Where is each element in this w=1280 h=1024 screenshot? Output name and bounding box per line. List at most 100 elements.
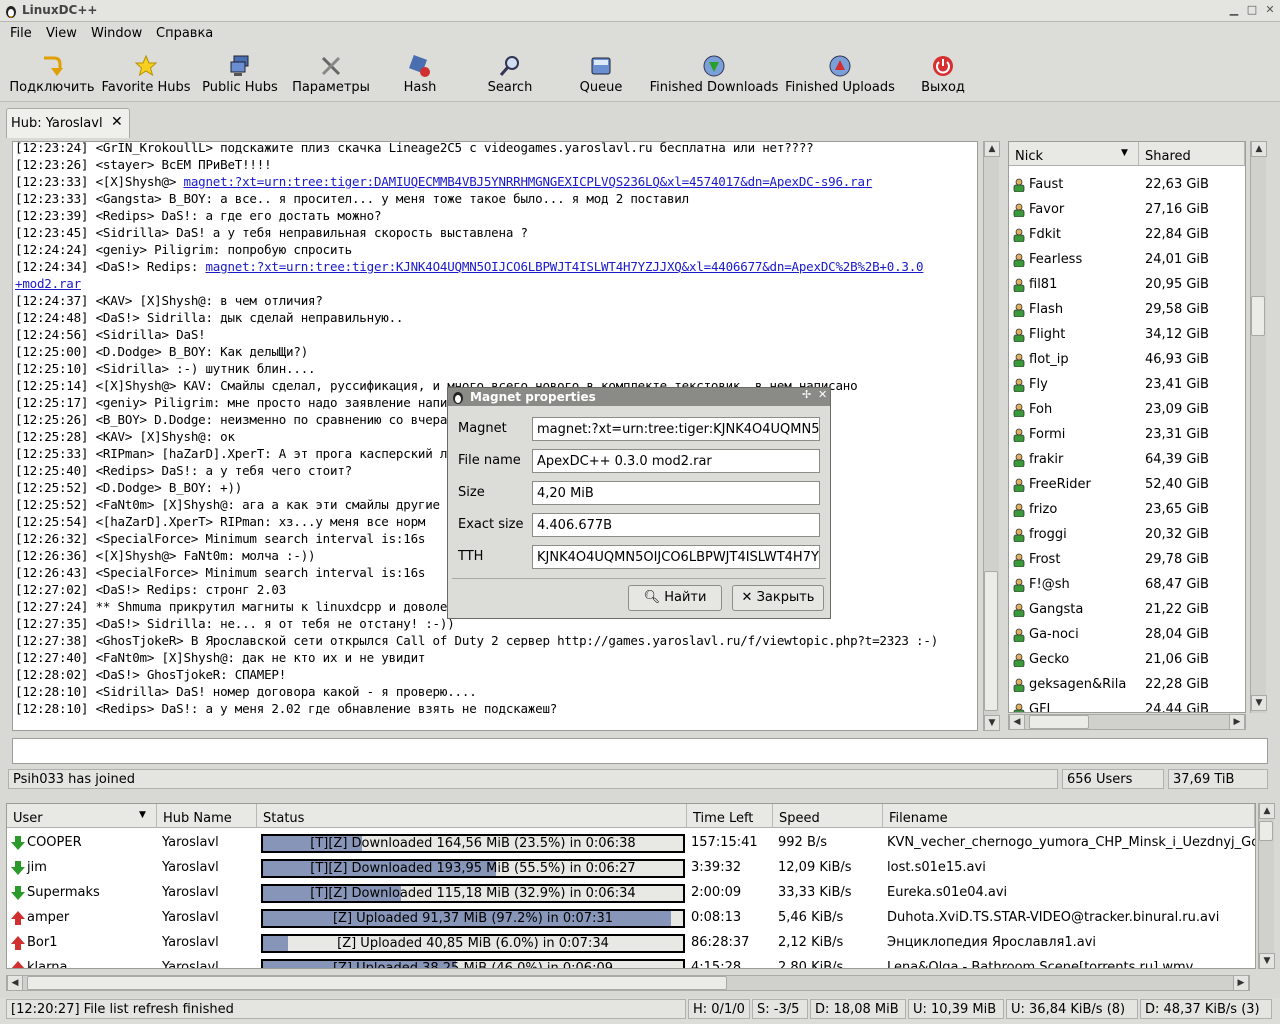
user-shared: 34,12 GiB <box>1145 327 1209 342</box>
tth-field[interactable]: KJNK4O4UQMN5OIJCO6LBPWJT4ISLWT4H7YZJJXQ <box>532 545 820 569</box>
user-list[interactable]: Nick ▼ Shared Faust 22,63 GiB Favor 27,16 G… <box>1008 141 1246 713</box>
user-row[interactable]: geksagen&Rila 22,28 GiB <box>1009 673 1245 698</box>
queue-button[interactable]: Queue <box>570 50 632 100</box>
user-row[interactable]: flot_ip 46,93 GiB <box>1009 348 1245 373</box>
menu-file[interactable]: File <box>10 26 32 41</box>
user-row[interactable]: FreeRider 52,40 GiB <box>1009 473 1245 498</box>
find-button[interactable]: 🔍︎ Найти <box>628 585 722 611</box>
transfers-scrollbar[interactable]: ▲ ▼ <box>1258 803 1275 969</box>
user-row[interactable]: Fearless 24,01 GiB <box>1009 248 1245 273</box>
minimize-icon[interactable]: ▁ <box>1226 2 1242 18</box>
user-row[interactable]: frizo 23,65 GiB <box>1009 498 1245 523</box>
users-scroll-up-icon[interactable]: ▲ <box>1251 141 1267 157</box>
menu-window[interactable]: Window <box>91 26 142 41</box>
transfer-row[interactable]: COOPER Yaroslavl [T][Z] Downloaded 164,56 … <box>7 831 1255 856</box>
transfer-row[interactable]: amper Yaroslavl [Z] Uploaded 91,37 MiB (97… <box>7 906 1255 931</box>
dialog-title-bar[interactable]: Magnet properties ✢ ✕ <box>448 388 830 406</box>
file-name-field[interactable]: ApexDC++ 0.3.0 mod2.rar <box>532 449 820 473</box>
transfers-scroll-down-icon[interactable]: ▼ <box>1259 953 1275 969</box>
magnet-link[interactable]: magnet:?xt=urn:tree:tiger:KJNK4O4UQMN5OI… <box>205 259 923 274</box>
close-window-icon[interactable]: ✕ <box>1262 2 1278 18</box>
dialog-close-icon[interactable]: ✕ <box>818 388 827 401</box>
column-hub-name[interactable]: Hub Name <box>157 804 257 828</box>
users-scroll-left-icon[interactable]: ◀ <box>1009 714 1025 730</box>
transfer-row[interactable]: Bor1 Yaroslavl [Z] Uploaded 40,85 MiB (6.0… <box>7 931 1255 956</box>
transfers-scroll-up-icon[interactable]: ▲ <box>1259 803 1275 819</box>
menu-view[interactable]: View <box>46 26 77 41</box>
user-nick: Flight <box>1029 327 1066 342</box>
users-scroll-down-icon[interactable]: ▼ <box>1251 695 1267 711</box>
close-tab-icon[interactable]: ✕ <box>111 114 123 130</box>
user-row[interactable]: Gecko 21,06 GiB <box>1009 648 1245 673</box>
maximize-icon[interactable]: □ <box>1244 2 1260 18</box>
user-row[interactable]: Favor 27,16 GiB <box>1009 198 1245 223</box>
users-scrollbar[interactable]: ▲ ▼ <box>1250 141 1267 713</box>
chat-line: [12:24:48] <DaS!> Sidrilla: дык сделай н… <box>15 310 404 325</box>
user-row[interactable]: frakir 64,39 GiB <box>1009 448 1245 473</box>
user-row[interactable]: Faust 22,63 GiB <box>1009 173 1245 198</box>
search-button[interactable]: Search <box>478 50 542 100</box>
users-scroll-right-icon[interactable]: ▶ <box>1229 714 1245 730</box>
user-row[interactable]: Fly 23,41 GiB <box>1009 373 1245 398</box>
exact-size-field[interactable]: 4.406.677B <box>532 513 820 537</box>
exit-button[interactable]: Выход <box>916 50 970 100</box>
user-row[interactable]: Formi 23,31 GiB <box>1009 423 1245 448</box>
transfer-row[interactable]: klarna Yaroslavl [Z] Uploaded 38,25 MiB (4… <box>7 956 1255 968</box>
column-shared[interactable]: Shared <box>1139 142 1245 166</box>
public-hubs-button[interactable]: Public Hubs <box>200 50 280 100</box>
chat-scroll-thumb[interactable] <box>984 571 998 711</box>
magnet-field[interactable]: magnet:?xt=urn:tree:tiger:KJNK4O4UQMN5OI… <box>532 417 820 441</box>
favorite-hubs-button[interactable]: Favorite Hubs <box>98 50 194 100</box>
size-field[interactable]: 4,20 MiB <box>532 481 820 505</box>
settings-button[interactable]: Параметры <box>290 50 372 100</box>
chat-message-input[interactable] <box>12 738 1268 764</box>
transfer-row[interactable]: jim Yaroslavl [T][Z] Downloaded 193,95 MiB… <box>7 856 1255 881</box>
menu-help[interactable]: Справка <box>156 26 213 41</box>
chat-scrollbar[interactable]: ▲ ▼ <box>983 141 1000 731</box>
user-row[interactable]: Frost 29,78 GiB <box>1009 548 1245 573</box>
users-hscroll-thumb[interactable] <box>1029 715 1089 729</box>
hash-button[interactable]: Hash <box>388 50 452 100</box>
scroll-up-icon[interactable]: ▲ <box>984 141 1000 157</box>
users-hscrollbar[interactable]: ◀ ▶ <box>1008 714 1246 730</box>
magnet-link[interactable]: magnet:?xt=urn:tree:tiger:DAMIUQECMMB4VB… <box>184 174 873 189</box>
transfers-hscroll-thumb[interactable] <box>27 976 727 990</box>
transfers-scroll-left-icon[interactable]: ◀ <box>7 975 23 991</box>
column-status[interactable]: Status <box>257 804 687 828</box>
transfer-speed: 2,12 KiB/s <box>778 935 844 950</box>
transfers-scroll-right-icon[interactable]: ▶ <box>1233 975 1249 991</box>
column-speed[interactable]: Speed <box>773 804 883 828</box>
chat-line: [12:26:36] <[X]Shysh@> FaNt0m: молча :-)… <box>15 548 316 563</box>
close-dialog-button[interactable]: ✕ Закрыть <box>732 585 824 611</box>
user-row[interactable]: Flight 34,12 GiB <box>1009 323 1245 348</box>
user-row[interactable]: F!@sh 68,47 GiB <box>1009 573 1245 598</box>
users-scroll-thumb[interactable] <box>1251 296 1265 336</box>
column-time-left[interactable]: Time Left <box>687 804 773 828</box>
user-row[interactable]: Gangsta 21,22 GiB <box>1009 598 1245 623</box>
dialog-pin-icon[interactable]: ✢ <box>802 388 811 401</box>
user-row[interactable]: froggi 20,32 GiB <box>1009 523 1245 548</box>
magnet-link[interactable]: +mod2.rar <box>15 276 81 291</box>
column-nick[interactable]: Nick ▼ <box>1009 142 1139 166</box>
transfer-hub: Yaroslavl <box>162 935 219 950</box>
column-filename[interactable]: Filename <box>883 804 1255 828</box>
user-nick: frizo <box>1029 502 1058 517</box>
tab-hub-yaroslavl[interactable]: Hub: Yaroslavl ✕ <box>6 108 130 138</box>
user-nick: Favor <box>1029 202 1065 217</box>
transfers-hscrollbar[interactable]: ◀ ▶ <box>6 975 1250 991</box>
transfer-row[interactable]: Supermaks Yaroslavl [T][Z] Downloaded 115,… <box>7 881 1255 906</box>
user-row[interactable]: GFI 24,44 GiB <box>1009 698 1245 712</box>
scroll-down-icon[interactable]: ▼ <box>984 715 1000 731</box>
user-row[interactable]: Ga-noci 28,04 GiB <box>1009 623 1245 648</box>
user-row[interactable]: fil81 20,95 GiB <box>1009 273 1245 298</box>
finished-uploads-button[interactable]: Finished Uploads <box>784 50 896 100</box>
transfers-list[interactable]: User ▼ Hub Name Status Time Left Speed Fi… <box>6 803 1256 969</box>
column-user[interactable]: User ▼ <box>7 804 157 828</box>
user-row[interactable]: Fdkit 22,84 GiB <box>1009 223 1245 248</box>
user-row[interactable]: Flash 29,58 GiB <box>1009 298 1245 323</box>
finished-downloads-button[interactable]: Finished Downloads <box>648 50 780 100</box>
chat-line: [12:25:33] <RIPman> [haZarD].XperT: А эт… <box>15 446 455 461</box>
transfers-scroll-thumb[interactable] <box>1259 821 1273 841</box>
connect-button[interactable]: Подключить <box>8 50 96 100</box>
user-row[interactable]: Foh 23,09 GiB <box>1009 398 1245 423</box>
